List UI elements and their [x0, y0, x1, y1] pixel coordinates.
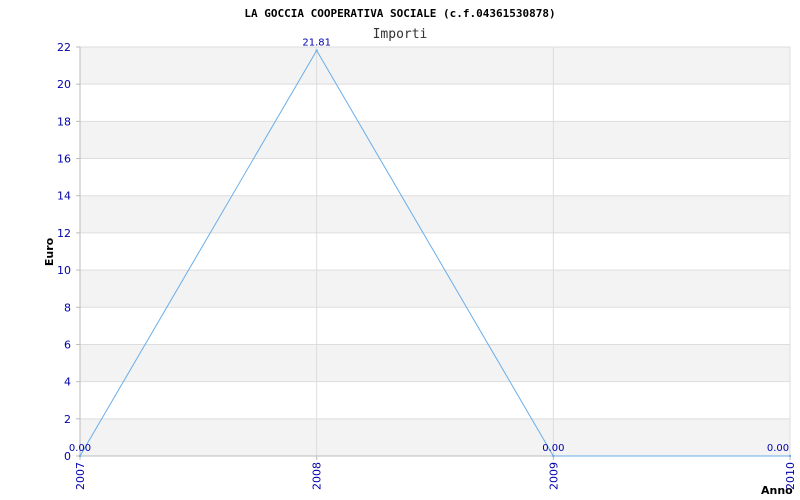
y-tick-label: 2	[64, 413, 71, 426]
y-tick-label: 10	[57, 264, 71, 277]
series-layer	[78, 49, 792, 458]
y-tick-label: 4	[64, 376, 71, 389]
data-label: 0.00	[542, 443, 564, 454]
data-label: 0.00	[767, 443, 789, 454]
data-label: 21.81	[302, 38, 331, 49]
data-labels: 0.00 21.81 0.00 0.00	[69, 38, 789, 454]
y-tick-label: 16	[57, 153, 71, 166]
y-tick-label: 20	[57, 78, 71, 91]
line-chart: 0246810121416182022 2007 2008 2009 2010 0.0…	[43, 7, 797, 497]
grid-lines	[79, 46, 791, 457]
data-point	[78, 454, 82, 458]
data-label: 0.00	[69, 443, 91, 454]
chart-subtitle: Importi	[373, 27, 428, 42]
axes	[76, 46, 791, 460]
y-tick-label: 8	[64, 301, 71, 314]
grid-band	[80, 418, 790, 456]
y-tick-label: 14	[57, 190, 71, 203]
y-tick-label: 6	[64, 338, 71, 351]
y-tick-labels: 0246810121416182022	[57, 41, 71, 463]
x-tick-label: 2007	[74, 462, 87, 490]
grid-band	[80, 121, 790, 159]
y-tick-label: 18	[57, 115, 71, 128]
y-axis-label: Euro	[43, 237, 56, 266]
x-tick-label: 2008	[311, 462, 324, 490]
data-point	[315, 49, 318, 52]
grid-band	[80, 270, 790, 308]
chart-title: LA GOCCIA COOPERATIVA SOCIALE (c.f.04361…	[244, 7, 555, 20]
data-point	[788, 454, 792, 458]
x-tick-label: 2009	[547, 462, 560, 490]
y-tick-label: 12	[57, 227, 71, 240]
y-tick-label: 22	[57, 41, 71, 54]
series-line	[79, 49, 790, 457]
grid-band	[80, 195, 790, 233]
grid-band	[80, 47, 790, 85]
grid-band	[80, 344, 790, 382]
x-axis-label: Anno	[761, 484, 793, 497]
grid-bands	[80, 47, 790, 456]
data-point	[552, 454, 555, 458]
x-tick-labels: 2007 2008 2009 2010	[74, 462, 797, 490]
